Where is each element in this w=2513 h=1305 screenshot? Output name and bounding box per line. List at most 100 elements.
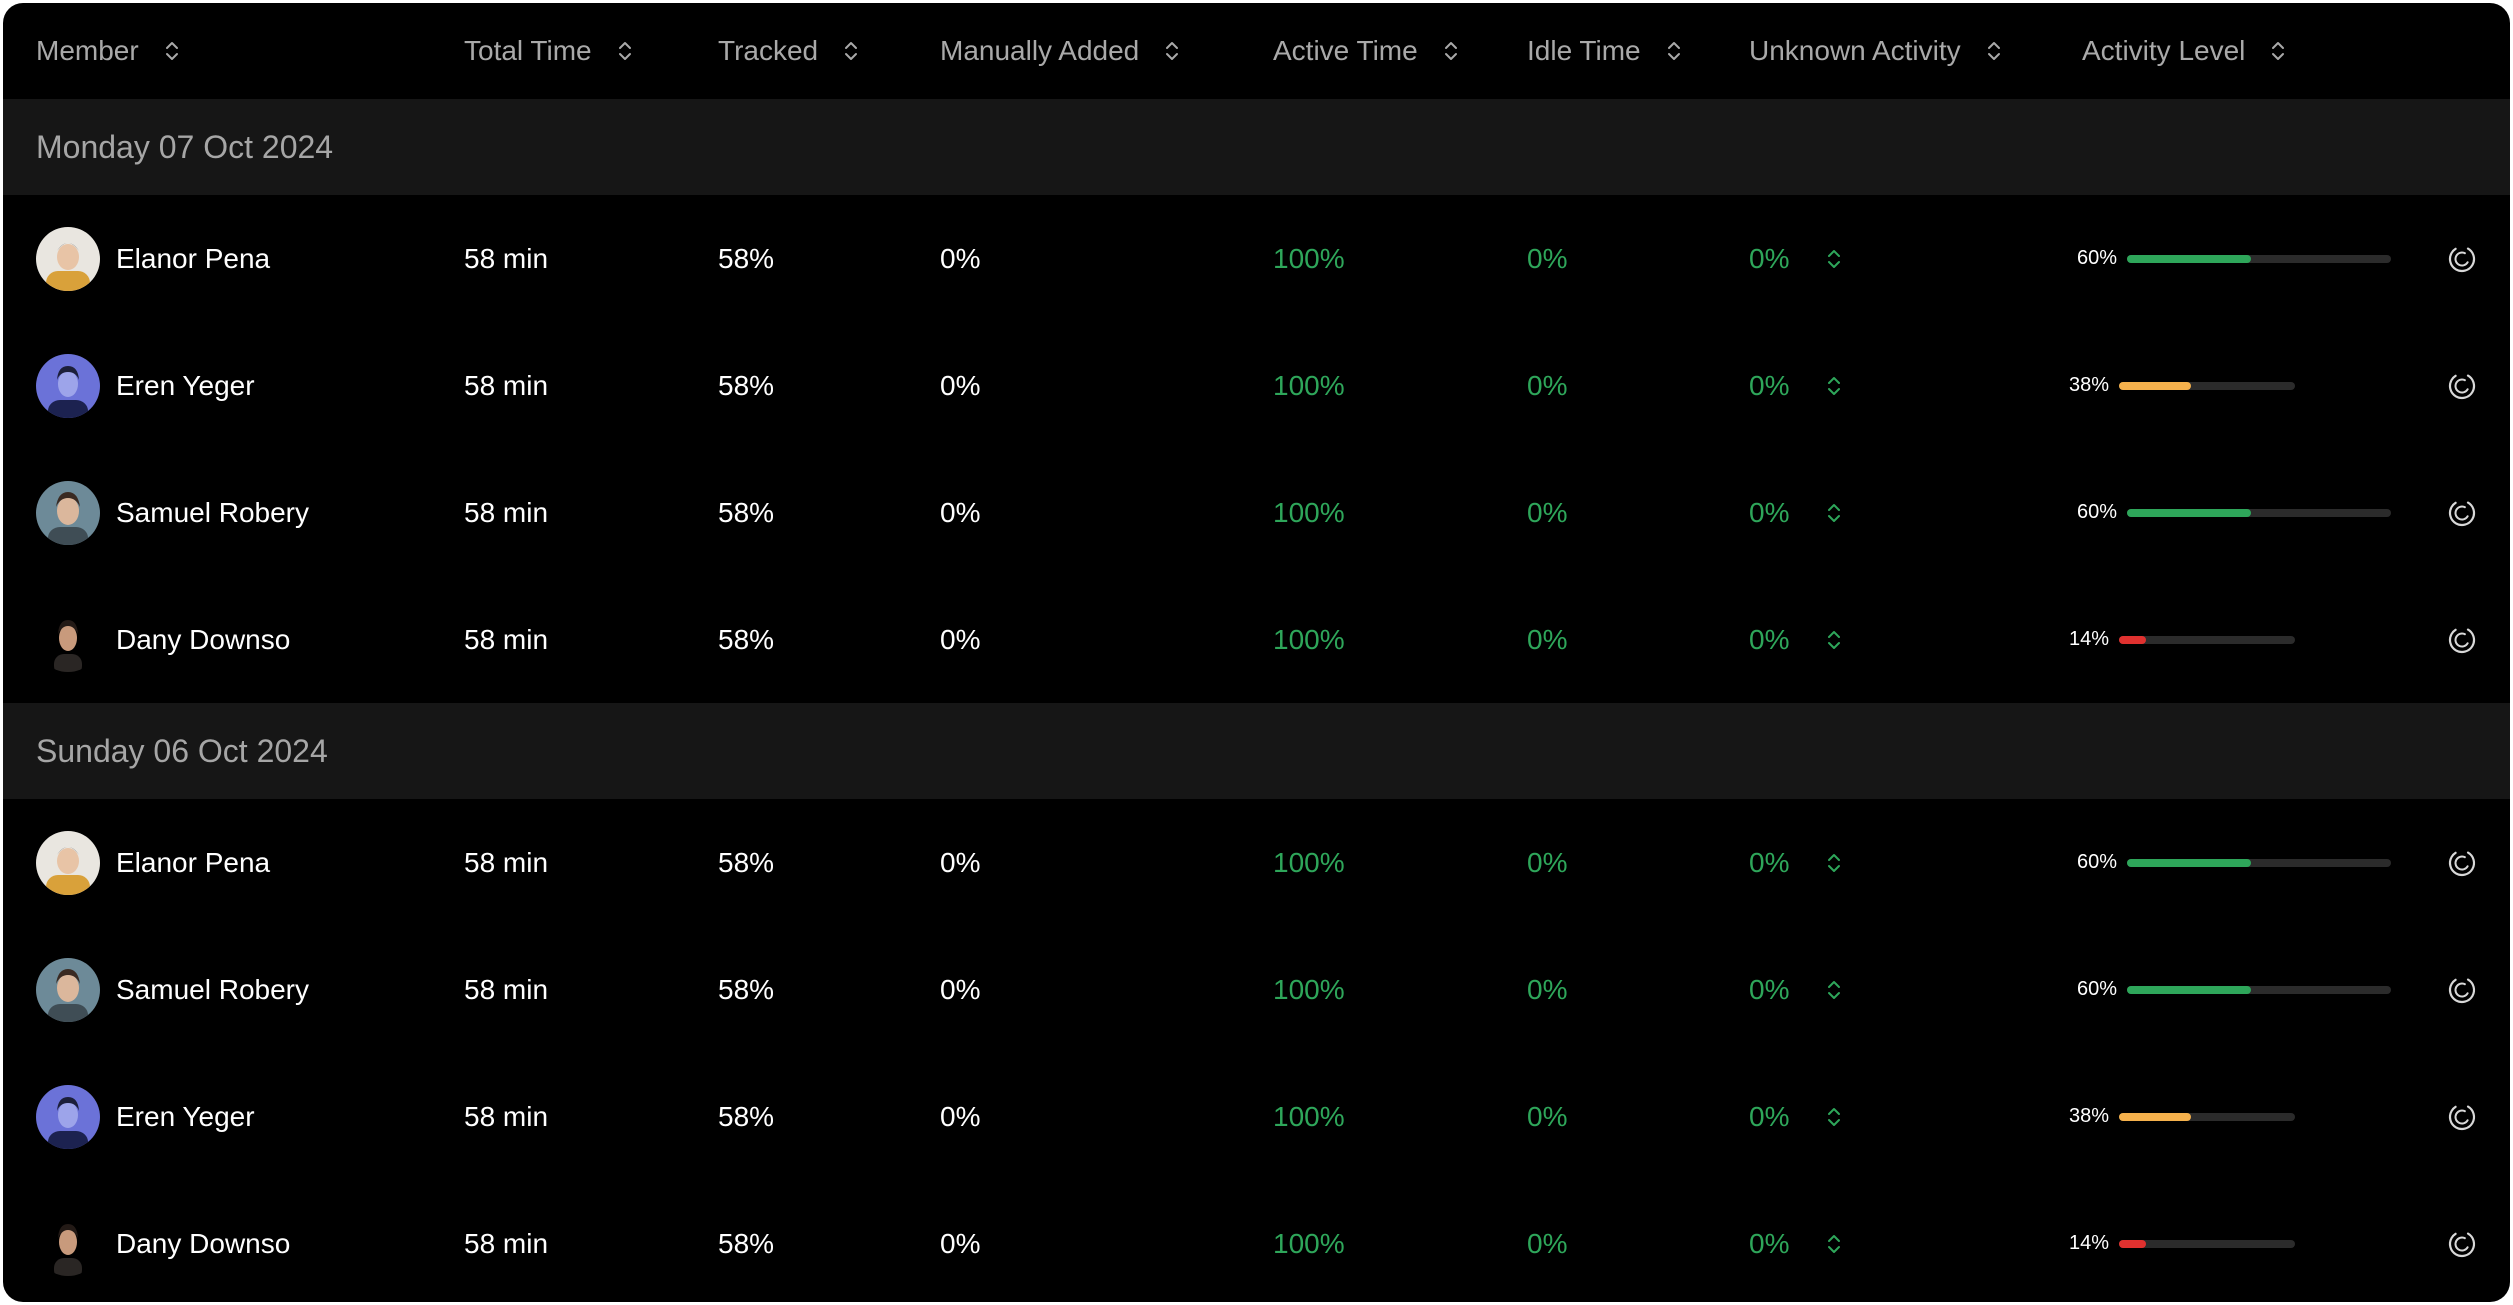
member-cell[interactable]: Dany Downso	[36, 1180, 290, 1302]
table-row[interactable]: Elanor Pena 58 min 58% 0% 100% 0% 0% 60%	[3, 799, 2510, 926]
total-time-value: 58 min	[464, 242, 549, 274]
avatar	[36, 226, 100, 291]
chevron-up-down-icon[interactable]	[1827, 1105, 1841, 1129]
column-header-label: Tracked	[718, 35, 819, 66]
table-row[interactable]: Dany Downso 58 min 58% 0% 100% 0% 0% 14%	[3, 576, 2510, 703]
chevron-up-down-icon[interactable]	[1827, 851, 1841, 875]
member-name: Dany Downso	[116, 623, 291, 655]
member-cell[interactable]: Elanor Pena	[36, 195, 270, 322]
member-cell[interactable]: Eren Yeger	[36, 322, 255, 449]
column-header-idle-time[interactable]: Idle Time	[1527, 3, 1681, 99]
activity-level-cell: 60%	[2077, 799, 2392, 926]
loading-spinner-icon[interactable]	[2447, 498, 2477, 528]
activity-level-cell: 60%	[2077, 195, 2392, 322]
avatar	[36, 480, 100, 545]
idle-time-value: 0%	[1527, 369, 1568, 401]
idle-time-value: 0%	[1527, 973, 1568, 1005]
loading-spinner-icon[interactable]	[2447, 371, 2477, 401]
chevron-up-down-icon[interactable]	[1827, 628, 1841, 652]
column-header-member[interactable]: Member	[36, 3, 179, 99]
member-cell[interactable]: Samuel Robery	[36, 449, 309, 576]
member-cell[interactable]: Samuel Robery	[36, 926, 309, 1053]
column-header-tracked[interactable]: Tracked	[718, 3, 858, 99]
column-header-active-time[interactable]: Active Time	[1273, 3, 1458, 99]
active-time-value: 100%	[1273, 369, 1345, 401]
row-action[interactable]	[2447, 576, 2477, 703]
row-action[interactable]	[2447, 1053, 2477, 1180]
table-row[interactable]: Elanor Pena 58 min 58% 0% 100% 0% 0% 60%	[3, 195, 2510, 322]
table-row[interactable]: Samuel Robery 58 min 58% 0% 100% 0% 0% 60%	[3, 449, 2510, 576]
tracked-value: 58%	[718, 1100, 775, 1132]
activity-level-cell: 60%	[2077, 449, 2392, 576]
idle-time-cell: 0%	[1527, 926, 1567, 1053]
activity-level-bar-fill	[2127, 254, 2252, 263]
loading-spinner-icon[interactable]	[2447, 244, 2477, 274]
member-cell[interactable]: Elanor Pena	[36, 799, 270, 926]
total-time-cell: 58 min	[464, 576, 548, 703]
row-action[interactable]	[2447, 926, 2477, 1053]
table-row[interactable]: Dany Downso 58 min 58% 0% 100% 0% 0% 14%	[3, 1180, 2510, 1302]
column-header-manually-added[interactable]: Manually Added	[940, 3, 1179, 99]
chevron-up-down-icon[interactable]	[2271, 39, 2285, 63]
tracked-value: 58%	[718, 623, 775, 655]
chevron-up-down-icon[interactable]	[844, 39, 858, 63]
table-row[interactable]: Samuel Robery 58 min 58% 0% 100% 0% 0% 60%	[3, 926, 2510, 1053]
active-time-cell: 100%	[1273, 926, 1345, 1053]
column-header-unknown-activity[interactable]: Unknown Activity	[1749, 3, 2001, 99]
loading-spinner-icon[interactable]	[2447, 625, 2477, 655]
chevron-up-down-icon[interactable]	[1827, 978, 1841, 1002]
loading-spinner-icon[interactable]	[2447, 848, 2477, 878]
column-header-label: Activity Level	[2082, 35, 2246, 66]
member-cell[interactable]: Dany Downso	[36, 576, 290, 703]
chevron-up-down-icon[interactable]	[1827, 247, 1841, 271]
manually-added-value: 0%	[940, 846, 981, 878]
chevron-up-down-icon[interactable]	[1827, 501, 1841, 525]
chevron-up-down-icon[interactable]	[1987, 39, 2001, 63]
row-action[interactable]	[2447, 449, 2477, 576]
chevron-up-down-icon[interactable]	[1444, 39, 1458, 63]
chevron-up-down-icon[interactable]	[1667, 39, 1681, 63]
activity-level-bar-fill	[2119, 381, 2192, 390]
activity-level-bar	[2119, 1239, 2296, 1248]
total-time-cell: 58 min	[464, 799, 548, 926]
row-action[interactable]	[2447, 322, 2477, 449]
avatar	[36, 1084, 100, 1149]
activity-level-bar	[2127, 858, 2392, 867]
chevron-up-down-icon[interactable]	[618, 39, 632, 63]
loading-spinner-icon[interactable]	[2447, 975, 2477, 1005]
unknown-activity-value: 0%	[1749, 369, 1790, 401]
manually-added-cell: 0%	[940, 576, 980, 703]
row-action[interactable]	[2447, 195, 2477, 322]
activity-level-cell: 38%	[2069, 1053, 2296, 1180]
tracked-cell: 58%	[718, 1180, 774, 1302]
loading-spinner-icon[interactable]	[2447, 1229, 2477, 1259]
date-group-header: Sunday 06 Oct 2024	[3, 703, 2510, 799]
member-name: Samuel Robery	[116, 496, 309, 528]
chevron-up-down-icon[interactable]	[1827, 374, 1841, 398]
active-time-cell: 100%	[1273, 1180, 1345, 1302]
chevron-up-down-icon[interactable]	[165, 39, 179, 63]
column-header-total-time[interactable]: Total Time	[464, 3, 632, 99]
avatar	[36, 1211, 100, 1276]
total-time-value: 58 min	[464, 623, 549, 655]
table-row[interactable]: Eren Yeger 58 min 58% 0% 100% 0% 0% 38%	[3, 1053, 2510, 1180]
manually-added-cell: 0%	[940, 449, 980, 576]
activity-level-bar-fill	[2119, 1239, 2147, 1248]
tracked-cell: 58%	[718, 322, 774, 449]
chevron-up-down-icon[interactable]	[1165, 39, 1179, 63]
chevron-up-down-icon[interactable]	[1827, 1232, 1841, 1256]
member-cell[interactable]: Eren Yeger	[36, 1053, 255, 1180]
activity-level-cell: 38%	[2069, 322, 2296, 449]
tracked-cell: 58%	[718, 195, 774, 322]
tracked-value: 58%	[718, 369, 775, 401]
loading-spinner-icon[interactable]	[2447, 1102, 2477, 1132]
column-header-activity-level[interactable]: Activity Level	[2082, 3, 2285, 99]
row-action[interactable]	[2447, 799, 2477, 926]
idle-time-cell: 0%	[1527, 322, 1567, 449]
active-time-cell: 100%	[1273, 799, 1345, 926]
idle-time-cell: 0%	[1527, 1053, 1567, 1180]
activity-level-percent: 38%	[2069, 1105, 2110, 1127]
table-row[interactable]: Eren Yeger 58 min 58% 0% 100% 0% 0% 38%	[3, 322, 2510, 449]
activity-level-percent: 60%	[2077, 851, 2118, 873]
row-action[interactable]	[2447, 1180, 2477, 1302]
